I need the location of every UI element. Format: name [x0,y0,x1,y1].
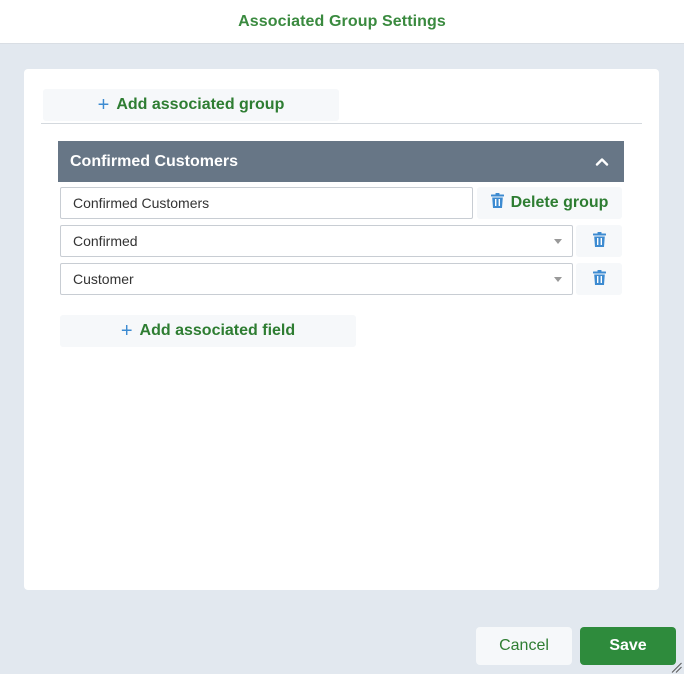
dialog-titlebar: Associated Group Settings [0,0,684,44]
delete-field-button[interactable] [576,263,622,295]
delete-field-button[interactable] [576,225,622,257]
plus-icon: + [97,94,110,116]
group-header[interactable]: Confirmed Customers [58,141,624,182]
trash-icon [592,232,606,250]
divider [41,123,642,124]
resize-grip-icon[interactable] [671,660,682,673]
trash-icon [490,193,504,213]
group-header-title: Confirmed Customers [70,152,239,170]
add-associated-group-button[interactable]: + Add associated group [43,89,339,121]
associated-group-settings-dialog: Associated Group Settings + Add associat… [0,0,684,674]
caret-down-icon [554,276,562,282]
add-associated-group-label: Add associated group [116,96,285,113]
associated-field-select[interactable]: Confirmed [60,225,573,257]
caret-down-icon [554,238,562,244]
settings-panel: + Add associated group Confirmed Custome… [24,69,659,590]
associated-field-select[interactable]: Customer [60,263,573,295]
associated-field-value: Confirmed [73,233,138,249]
dialog-title: Associated Group Settings [238,12,446,30]
save-button[interactable]: Save [580,627,676,665]
add-associated-field-button[interactable]: + Add associated field [60,315,356,347]
group-name-input[interactable] [60,187,473,219]
delete-group-label: Delete group [510,194,609,211]
trash-icon [592,270,606,288]
chevron-up-icon[interactable] [594,154,610,170]
add-associated-field-label: Add associated field [139,322,296,339]
associated-field-value: Customer [73,271,134,287]
plus-icon: + [120,320,133,342]
delete-group-button[interactable]: Delete group [477,187,622,219]
cancel-button[interactable]: Cancel [476,627,572,665]
